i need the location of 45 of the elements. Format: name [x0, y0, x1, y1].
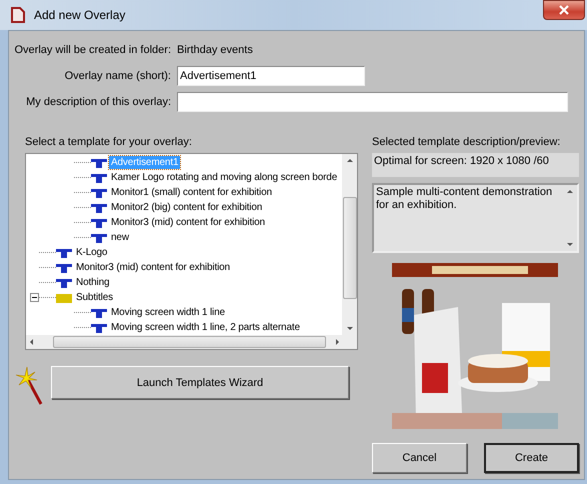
template-icon: [91, 158, 107, 168]
folder-name: Birthday events: [177, 44, 253, 56]
tree-item[interactable]: Moving screen width 1 line, 2 parts alternate: [109, 321, 302, 334]
document-icon: [10, 7, 26, 23]
screen-resolution-text: Optimal for screen: 1920 x 1080 /60: [374, 155, 549, 167]
template-icon: [56, 278, 72, 288]
create-button[interactable]: Create: [484, 443, 579, 473]
description-field[interactable]: [177, 92, 568, 112]
template-icon: [56, 262, 72, 272]
horizontal-scrollbar[interactable]: [26, 335, 357, 349]
field-label: Overlay name (short):: [64, 70, 172, 82]
tree-item[interactable]: Monitor3 (mid) content for exhibition: [74, 261, 232, 274]
tree-item[interactable]: Monitor2 (big) content for exhibition: [109, 201, 264, 214]
template-icon: [91, 218, 107, 228]
tree-item[interactable]: Kamer Logo rotating and moving along screen borde: [109, 171, 340, 184]
cancel-button[interactable]: Cancel: [372, 443, 467, 473]
tree-item[interactable]: K-Logo: [74, 246, 110, 259]
window-title: Add new Overlay: [34, 8, 126, 22]
template-description: Sample multi-content demonstration for an exhibition.: [375, 185, 554, 213]
template-icon: [91, 232, 107, 242]
collapse-icon[interactable]: [30, 293, 39, 302]
tree-item[interactable]: Nothing: [74, 276, 112, 289]
description-box[interactable]: Sample multi-content demonstration for an exhibition.: [372, 183, 579, 253]
name-field[interactable]: Advertisement1: [177, 66, 365, 86]
tree-item[interactable]: Monitor3 (mid) content for exhibition: [109, 216, 267, 229]
template-icon: [91, 188, 107, 198]
folder-icon: [56, 292, 72, 302]
magic-wand-icon: [15, 366, 45, 406]
close-icon: [559, 5, 569, 15]
section-label: Select a template for your overlay:: [25, 135, 193, 149]
close-button[interactable]: [543, 0, 585, 20]
tree-item[interactable]: Moving screen width 1 line: [109, 306, 227, 319]
field-label: Overlay will be created in folder:: [13, 44, 172, 56]
template-icon: [91, 322, 107, 332]
template-icon: [91, 308, 107, 318]
template-icon: [56, 248, 72, 258]
section-label: Selected template description/preview:: [372, 135, 562, 149]
field-label: My description of this overlay:: [25, 96, 172, 108]
launch-wizard-button[interactable]: Launch Templates Wizard: [51, 366, 349, 399]
tree-item[interactable]: new: [109, 231, 131, 244]
template-icon: [91, 172, 107, 182]
tree-item[interactable]: Subtitles: [74, 291, 116, 304]
vertical-scrollbar[interactable]: [342, 154, 357, 335]
tree-item[interactable]: Monitor1 (small) content for exhibition: [109, 186, 274, 199]
template-icon: [91, 202, 107, 212]
